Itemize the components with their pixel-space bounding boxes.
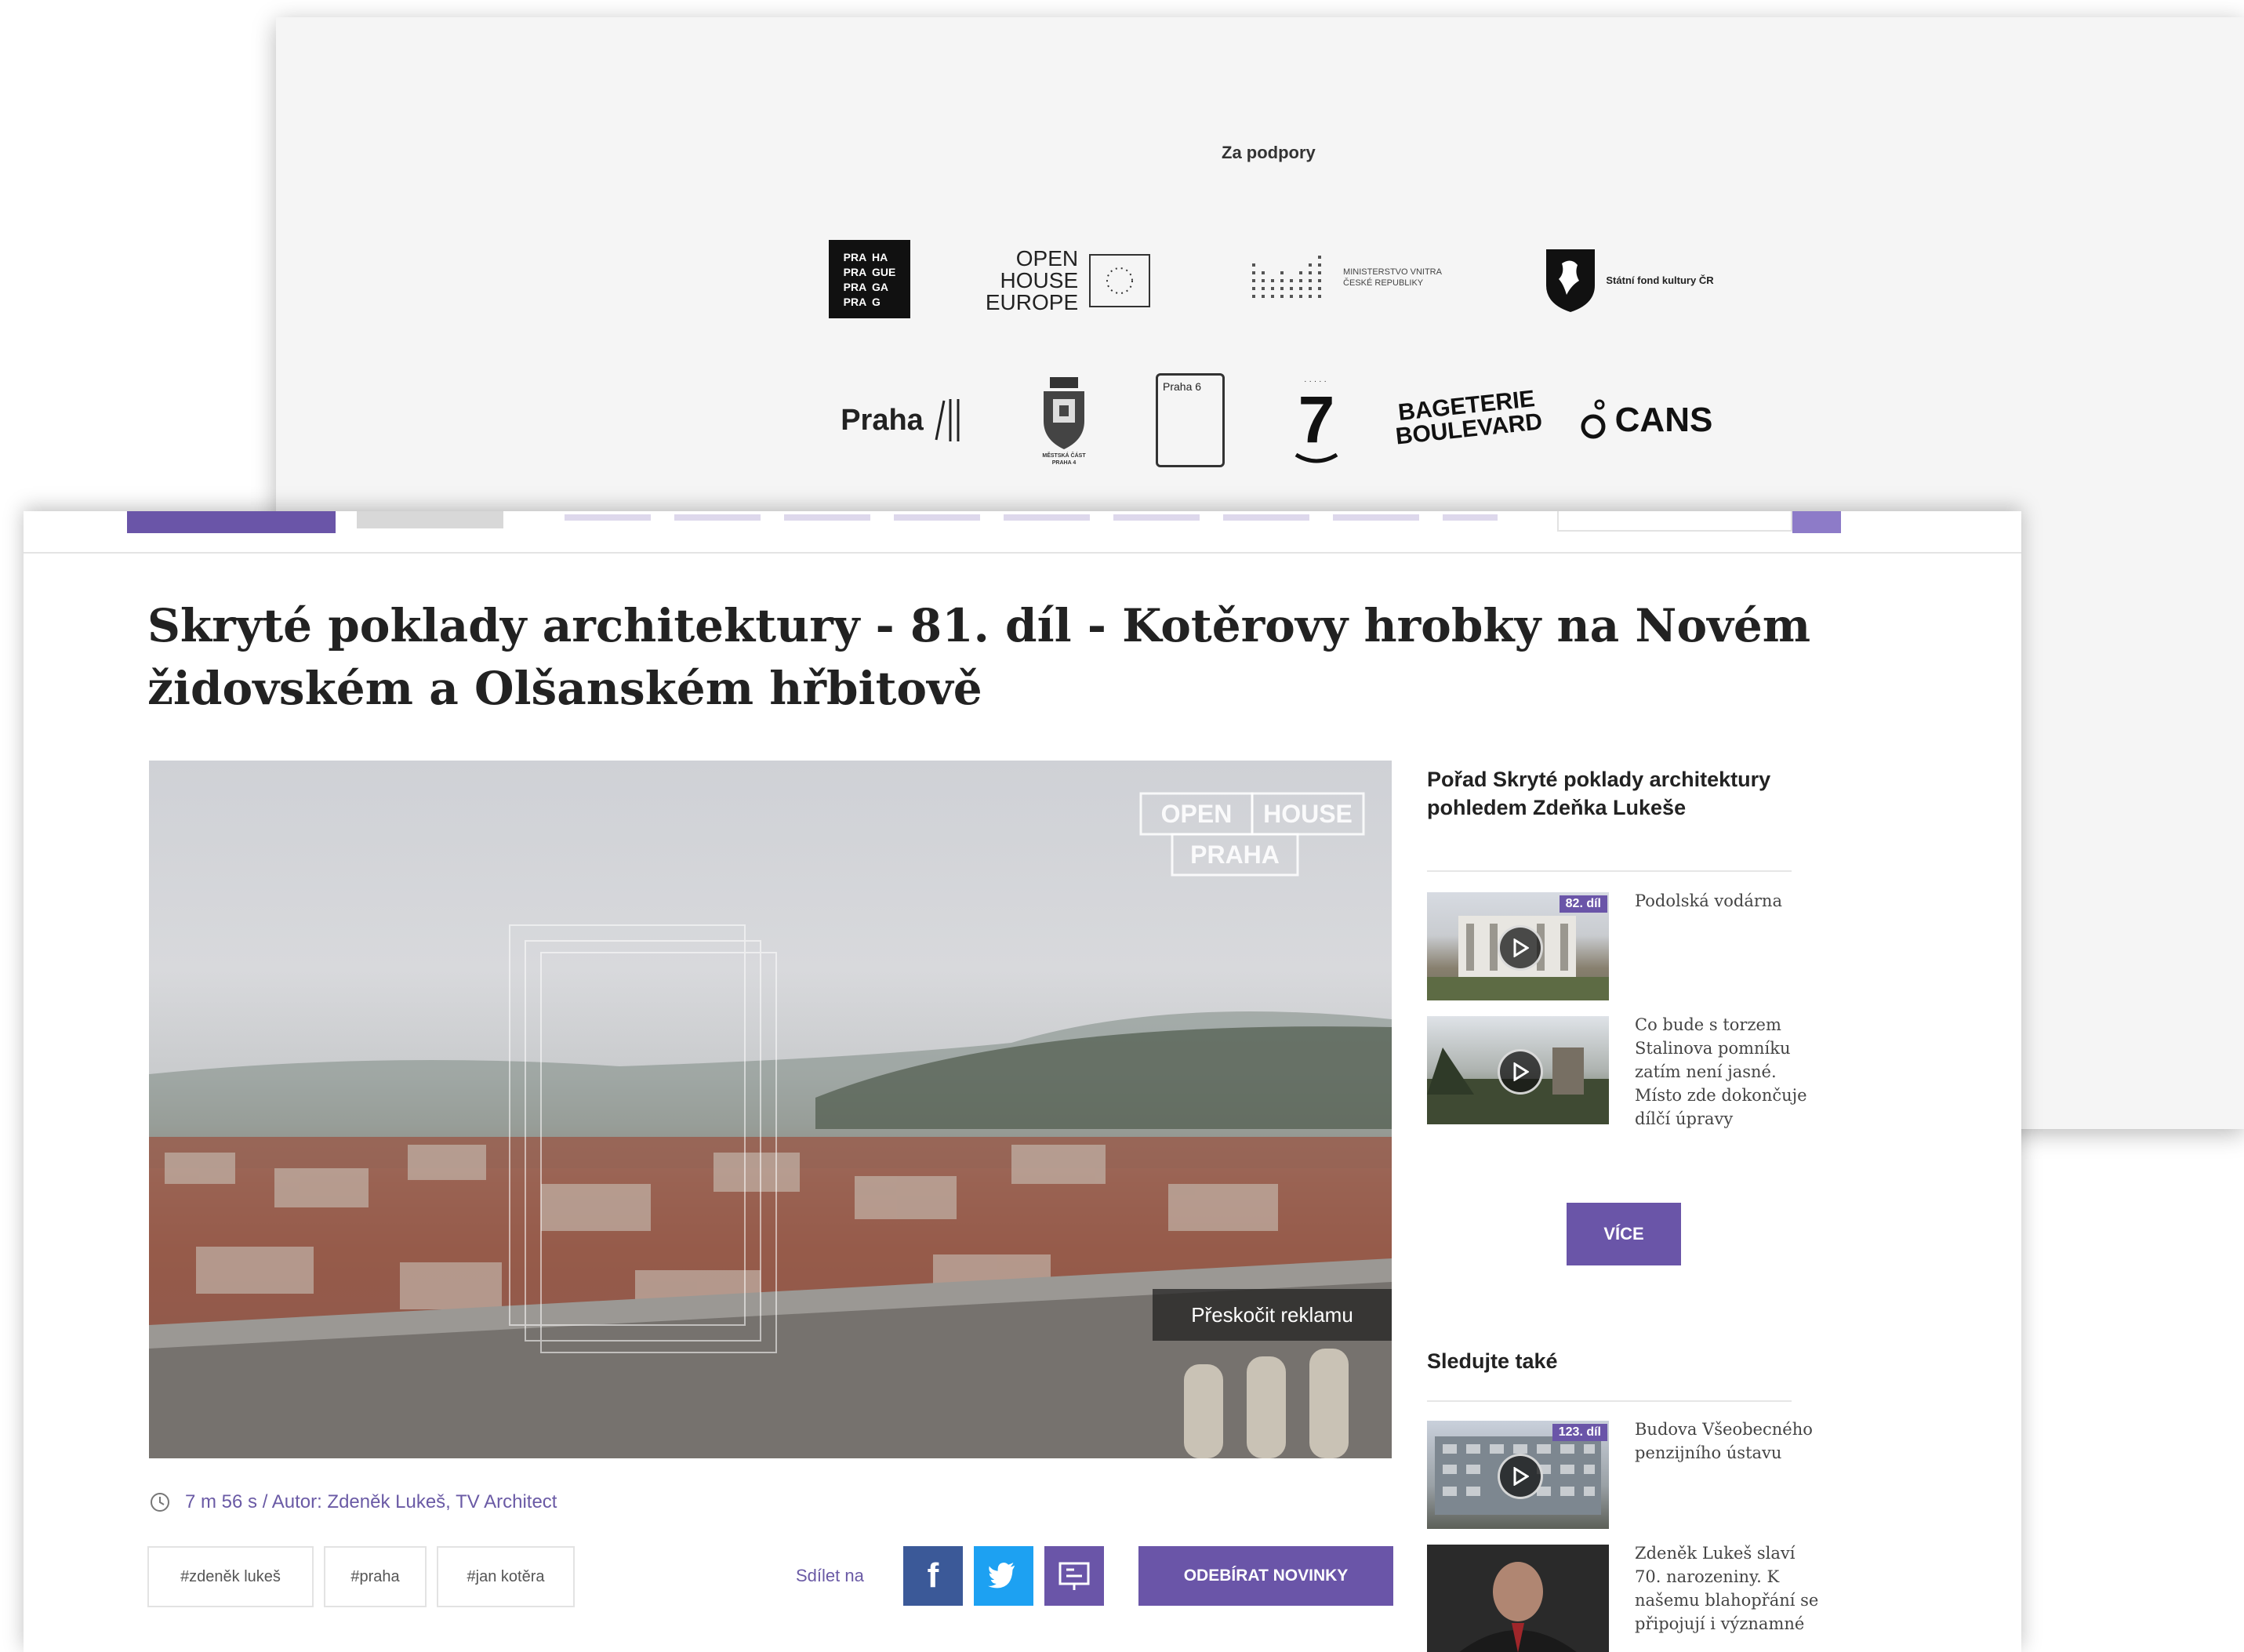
clock-icon	[151, 1493, 169, 1512]
series-item-title-2[interactable]: Co bude s torzem Stalinova pomníku zatím…	[1635, 1013, 1823, 1131]
watermark-word-open: OPEN	[1160, 799, 1233, 828]
episode-badge: 82. díl	[1559, 895, 1607, 913]
search-input[interactable]	[1557, 511, 1792, 532]
crest-icon	[1044, 377, 1084, 449]
search-button[interactable]	[1792, 511, 1841, 533]
series-heading: Pořad Skryté poklady architektury pohled…	[1427, 768, 1771, 819]
praha-3-lines-icon	[935, 399, 960, 441]
praha-7-logo: ····· 7	[1281, 370, 1352, 472]
skip-ad-button[interactable]: Přeskočit reklamu	[1153, 1289, 1392, 1341]
video-meta: 7 m 56 s / Autor: Zdeněk Lukeš, TV Archi…	[149, 1491, 557, 1513]
more-button[interactable]: VÍCE	[1567, 1203, 1681, 1265]
praha-7-swoosh-icon	[1294, 452, 1338, 463]
watch-item-title-1[interactable]: Budova Všeobecného penzijního ústavu	[1635, 1418, 1823, 1465]
facebook-share-button[interactable]: f	[903, 1546, 963, 1606]
article-page: Skryté poklady architektury - 81. díl - …	[24, 511, 2021, 1652]
watermark-word-praha: PRAHA	[1190, 840, 1280, 869]
sponsors-title: Za podpory	[1222, 143, 1316, 162]
watch-also-divider	[1427, 1400, 1792, 1402]
video-player[interactable]: OPEN HOUSE PRAHA Přeskočit reklamu	[149, 761, 1392, 1458]
share-label: Sdílet na	[796, 1566, 864, 1585]
twitter-bird-icon	[988, 1563, 1015, 1588]
episode-badge: 123. díl	[1552, 1424, 1607, 1441]
partner-logo[interactable]	[357, 511, 503, 528]
bageterie-boulevard-logo: BAGETERIE BOULEVARD	[1394, 386, 1544, 450]
screen-share-icon	[1058, 1562, 1090, 1590]
site-logo[interactable]	[127, 511, 336, 533]
tag-zdenek-lukes[interactable]: #zdeněk lukeš	[147, 1546, 314, 1607]
series-item-thumbnail-2[interactable]	[1427, 1016, 1609, 1124]
watch-also-heading: Sledujte také	[1427, 1349, 1558, 1373]
facebook-icon: f	[927, 1556, 939, 1595]
duration-author-text: 7 m 56 s / Autor: Zdeněk Lukeš, TV Archi…	[185, 1491, 557, 1512]
eu-flag-icon	[1089, 254, 1151, 307]
praha-4-crest-logo: MĚSTSKÁ ČÁST PRAHA 4	[1025, 365, 1103, 475]
statni-fond-kultury-logo: Státní fond kultury ČR	[1523, 245, 1734, 315]
praha-3-logo: Praha	[828, 389, 977, 452]
top-navigation	[24, 511, 2021, 554]
series-item-thumbnail-1[interactable]: 82. díl	[1427, 892, 1609, 1000]
play-icon	[1498, 1049, 1543, 1095]
series-divider	[1427, 870, 1792, 872]
twitter-share-button[interactable]	[974, 1546, 1033, 1606]
open-house-europe-logo: OPEN HOUSE EUROPE	[970, 243, 1166, 318]
cans-logo: CANS	[1570, 389, 1719, 452]
watermark-word-house: HOUSE	[1263, 799, 1353, 828]
ministerstvo-vnitra-logo: MINISTERSTVO VNITRA ČESKÉ REPUBLIKY	[1229, 246, 1464, 309]
subscribe-button[interactable]: ODEBÍRAT NOVINKY	[1138, 1546, 1393, 1606]
tag-jan-kotera[interactable]: #jan kotěra	[437, 1546, 575, 1607]
newsletter-share-button[interactable]	[1044, 1546, 1104, 1606]
czech-lion-shield-icon	[1546, 249, 1596, 312]
watch-item-thumbnail-1[interactable]: 123. díl	[1427, 1421, 1609, 1529]
play-icon	[1498, 925, 1543, 971]
praha-logo: PRA HA PRA GUE PRA GA PRA G	[829, 240, 910, 318]
praha-6-logo: Praha 6	[1156, 373, 1225, 467]
ministry-dots-icon	[1252, 256, 1322, 298]
play-icon	[1498, 1454, 1543, 1499]
series-item-title-1[interactable]: Podolská vodárna	[1635, 889, 1823, 913]
watch-item-thumbnail-2[interactable]	[1427, 1545, 1609, 1652]
tag-praha[interactable]: #praha	[324, 1546, 427, 1607]
article-title: Skryté poklady architektury - 81. díl - …	[147, 599, 1811, 715]
watch-item-title-2[interactable]: Zdeněk Lukeš slaví 70. narozeniny. K naš…	[1635, 1541, 1823, 1652]
nav-menu[interactable]	[565, 514, 1498, 521]
portrait-thumbnail-image	[1459, 1562, 1577, 1652]
cans-mark-icon	[1581, 399, 1606, 439]
